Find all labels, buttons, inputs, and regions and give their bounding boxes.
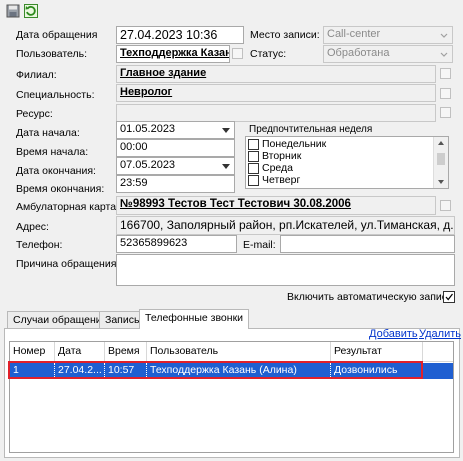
refresh-icon[interactable] — [24, 4, 40, 20]
autorecord-checkbox[interactable] — [443, 291, 455, 303]
specialty-label: Специальность: — [16, 89, 95, 101]
tuesday-checkbox[interactable] — [248, 150, 259, 162]
week-day-thursday[interactable]: Четверг — [248, 174, 300, 186]
user-lookup-checkbox[interactable] — [232, 48, 243, 59]
column-header-result[interactable]: Результат — [331, 342, 423, 362]
chevron-down-icon — [437, 47, 451, 61]
end-date-value: 07.05.2023 — [120, 159, 176, 171]
calls-table[interactable]: Номер Дата Время Пользователь Результат … — [9, 341, 454, 453]
phone-field[interactable]: 52365899623 — [116, 235, 237, 253]
place-label: Место записи: — [250, 29, 320, 41]
specialty-field[interactable]: Невролог — [116, 84, 436, 102]
resource-lookup-checkbox[interactable] — [440, 107, 451, 118]
end-date-picker[interactable]: 07.05.2023 — [116, 157, 235, 175]
date-label: Дата обращения — [16, 29, 98, 41]
monday-label: Понедельник — [262, 138, 327, 150]
reason-textarea[interactable] — [116, 254, 455, 286]
cell-number: 1 — [10, 363, 55, 379]
resource-field[interactable] — [116, 104, 436, 122]
email-field[interactable] — [280, 235, 455, 253]
user-field[interactable]: Техподдержка Казань — [116, 45, 230, 63]
card-label: Амбулаторная карта: — [16, 201, 119, 213]
date-field[interactable]: 27.04.2023 10:36 — [116, 26, 244, 44]
start-date-label: Дата начала: — [16, 127, 80, 139]
end-date-label: Дата окончания: — [16, 165, 96, 177]
monday-checkbox[interactable] — [248, 138, 259, 150]
start-time-field[interactable]: 00:00 — [116, 139, 235, 157]
branch-lookup-checkbox[interactable] — [440, 68, 451, 79]
branch-field[interactable]: Главное здание — [116, 65, 436, 83]
branch-label: Филиал: — [16, 69, 57, 81]
chevron-down-icon[interactable] — [219, 159, 233, 173]
status-value: Обработана — [327, 47, 390, 59]
thursday-checkbox[interactable] — [248, 174, 259, 186]
place-value: Call-center — [327, 28, 381, 40]
end-time-label: Время окончания: — [16, 183, 105, 195]
start-date-picker[interactable]: 01.05.2023 — [116, 121, 235, 139]
column-header-filler — [423, 342, 453, 362]
week-scrollbar[interactable] — [433, 137, 448, 188]
start-time-label: Время начала: — [16, 146, 89, 158]
thursday-label: Четверг — [262, 174, 301, 186]
table-row[interactable]: 1 27.04.2... 10:57 Техподдержка Казань (… — [10, 363, 453, 379]
week-day-tuesday[interactable]: Вторник — [248, 150, 301, 162]
card-lookup-checkbox[interactable] — [440, 200, 451, 211]
phone-label: Телефон: — [16, 239, 63, 251]
wednesday-label: Среда — [262, 162, 293, 174]
status-select[interactable]: Обработана — [323, 45, 453, 63]
cell-time: 10:57 — [105, 363, 147, 379]
email-label: E-mail: — [243, 239, 276, 251]
address-field[interactable]: 166700, Заполярный район, рп.Искателей, … — [116, 216, 455, 235]
week-day-monday[interactable]: Понедельник — [248, 138, 326, 150]
cell-user: Техподдержка Казань (Алина) — [147, 363, 331, 379]
wednesday-checkbox[interactable] — [248, 162, 259, 174]
column-header-date[interactable]: Дата — [55, 342, 105, 362]
card-field[interactable]: №98993 Тестов Тест Тестович 30.08.2006 — [116, 196, 436, 215]
chevron-down-icon — [437, 28, 451, 42]
tab-phone-calls[interactable]: Телефонные звонки — [139, 309, 250, 329]
cell-result: Дозвонились — [331, 363, 423, 379]
status-label: Статус: — [250, 48, 287, 60]
add-link[interactable]: Добавить — [369, 328, 418, 340]
chevron-down-icon[interactable] — [219, 123, 233, 137]
resource-label: Ресурс: — [16, 108, 53, 120]
autorecord-label: Включить автоматическую запись — [287, 291, 453, 303]
tuesday-label: Вторник — [262, 150, 302, 162]
tab-cases[interactable]: Случаи обращения — [7, 311, 114, 328]
end-time-field[interactable]: 23:59 — [116, 175, 235, 193]
week-title: Предпочтительная неделя — [249, 124, 373, 135]
address-label: Адрес: — [16, 221, 49, 233]
column-header-time[interactable]: Время — [105, 342, 147, 362]
user-label: Пользователь: — [16, 48, 88, 60]
place-select[interactable]: Call-center — [323, 26, 453, 44]
week-day-wednesday[interactable]: Среда — [248, 162, 293, 174]
start-date-value: 01.05.2023 — [120, 123, 176, 135]
delete-link[interactable]: Удалить — [419, 328, 461, 340]
column-header-number[interactable]: Номер — [10, 342, 55, 362]
save-icon[interactable] — [6, 4, 22, 20]
reason-label: Причина обращения: — [16, 258, 120, 270]
week-list[interactable]: Понедельник Вторник Среда Четверг — [245, 136, 449, 189]
specialty-lookup-checkbox[interactable] — [440, 88, 451, 99]
column-header-user[interactable]: Пользователь — [147, 342, 331, 362]
cell-date: 27.04.2... — [55, 363, 105, 379]
